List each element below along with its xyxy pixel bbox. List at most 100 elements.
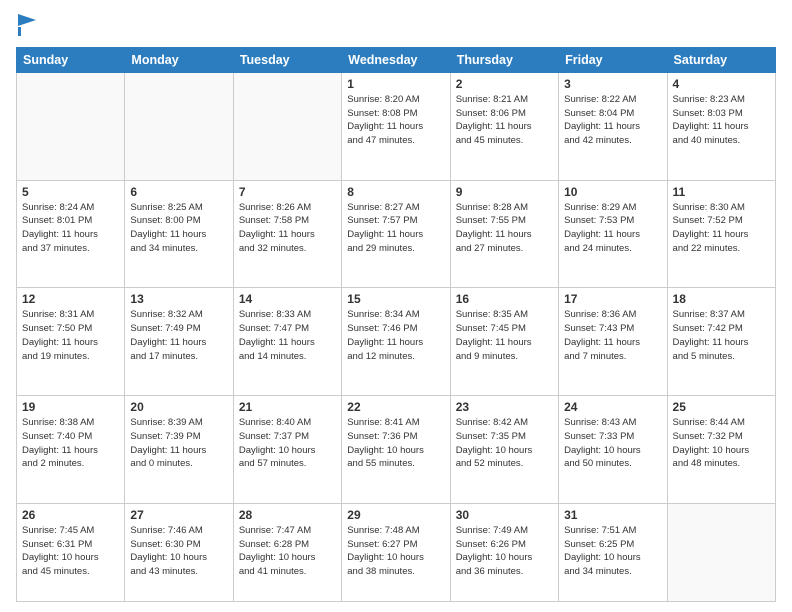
- day-number: 28: [239, 508, 336, 522]
- calendar-cell: 11 Sunrise: 8:30 AMSunset: 7:52 PMDayligh…: [667, 180, 775, 288]
- calendar-cell: 26Sunrise: 7:45 AMSunset: 6:31 PMDayligh…: [17, 503, 125, 601]
- day-number: 10: [564, 185, 661, 199]
- day-number: 1: [347, 77, 444, 91]
- day-number: 19: [22, 400, 119, 414]
- day-number: 15: [347, 292, 444, 306]
- day-info: Sunrise: 8:34 AMSunset: 7:46 PMDaylight:…: [347, 308, 444, 363]
- day-info: Sunrise: 8:32 AMSunset: 7:49 PMDaylight:…: [130, 308, 227, 363]
- day-number: 11: [673, 185, 770, 199]
- weekday-header-friday: Friday: [559, 47, 667, 72]
- day-number: 31: [564, 508, 661, 522]
- week-row-1: 1Sunrise: 8:20 AMSunset: 8:08 PMDaylight…: [17, 72, 776, 180]
- day-number: 13: [130, 292, 227, 306]
- calendar-cell: 16 Sunrise: 8:35 AMSunset: 7:45 PMDayligh…: [450, 288, 558, 396]
- day-info: Sunrise: 8:30 AMSunset: 7:52 PMDaylight:…: [673, 201, 770, 256]
- calendar-cell: 1Sunrise: 8:20 AMSunset: 8:08 PMDaylight…: [342, 72, 450, 180]
- calendar-cell: 6Sunrise: 8:25 AMSunset: 8:00 PMDaylight…: [125, 180, 233, 288]
- calendar-cell: 17Sunrise: 8:36 AMSunset: 7:43 PMDayligh…: [559, 288, 667, 396]
- day-info: Sunrise: 8:42 AMSunset: 7:35 PMDaylight:…: [456, 416, 553, 471]
- week-row-3: 12Sunrise: 8:31 AMSunset: 7:50 PMDayligh…: [17, 288, 776, 396]
- calendar-cell: 19 Sunrise: 8:38 AMSunset: 7:40 PMDayligh…: [17, 396, 125, 504]
- day-info: Sunrise: 8:39 AMSunset: 7:39 PMDaylight:…: [130, 416, 227, 471]
- calendar-cell: [125, 72, 233, 180]
- day-number: 27: [130, 508, 227, 522]
- day-info: Sunrise: 8:25 AMSunset: 8:00 PMDaylight:…: [130, 201, 227, 256]
- day-number: 7: [239, 185, 336, 199]
- calendar-cell: 27 Sunrise: 7:46 AMSunset: 6:30 PMDayligh…: [125, 503, 233, 601]
- day-number: 24: [564, 400, 661, 414]
- day-number: 12: [22, 292, 119, 306]
- day-info: Sunrise: 8:41 AMSunset: 7:36 PMDaylight:…: [347, 416, 444, 471]
- calendar-cell: 12Sunrise: 8:31 AMSunset: 7:50 PMDayligh…: [17, 288, 125, 396]
- day-number: 4: [673, 77, 770, 91]
- weekday-header-saturday: Saturday: [667, 47, 775, 72]
- weekday-header-thursday: Thursday: [450, 47, 558, 72]
- calendar-cell: 22 Sunrise: 8:41 AMSunset: 7:36 PMDayligh…: [342, 396, 450, 504]
- calendar-cell: [667, 503, 775, 601]
- day-number: 20: [130, 400, 227, 414]
- calendar-cell: 23 Sunrise: 8:42 AMSunset: 7:35 PMDayligh…: [450, 396, 558, 504]
- header: [16, 12, 776, 41]
- calendar-cell: 13 Sunrise: 8:32 AMSunset: 7:49 PMDayligh…: [125, 288, 233, 396]
- week-row-5: 26Sunrise: 7:45 AMSunset: 6:31 PMDayligh…: [17, 503, 776, 601]
- calendar-cell: 10 Sunrise: 8:29 AMSunset: 7:53 PMDayligh…: [559, 180, 667, 288]
- day-info: Sunrise: 7:49 AMSunset: 6:26 PMDaylight:…: [456, 524, 553, 579]
- weekday-header-wednesday: Wednesday: [342, 47, 450, 72]
- day-info: Sunrise: 8:29 AMSunset: 7:53 PMDaylight:…: [564, 201, 661, 256]
- calendar-cell: 30 Sunrise: 7:49 AMSunset: 6:26 PMDayligh…: [450, 503, 558, 601]
- day-number: 21: [239, 400, 336, 414]
- day-number: 14: [239, 292, 336, 306]
- calendar-cell: [17, 72, 125, 180]
- calendar-cell: 24 Sunrise: 8:43 AMSunset: 7:33 PMDayligh…: [559, 396, 667, 504]
- day-info: Sunrise: 8:24 AMSunset: 8:01 PMDaylight:…: [22, 201, 119, 256]
- day-number: 23: [456, 400, 553, 414]
- page: SundayMondayTuesdayWednesdayThursdayFrid…: [0, 0, 792, 612]
- logo: [16, 16, 36, 41]
- day-number: 29: [347, 508, 444, 522]
- calendar-cell: 25 Sunrise: 8:44 AMSunset: 7:32 PMDayligh…: [667, 396, 775, 504]
- day-number: 22: [347, 400, 444, 414]
- day-info: Sunrise: 8:35 AMSunset: 7:45 PMDaylight:…: [456, 308, 553, 363]
- calendar-cell: 3Sunrise: 8:22 AMSunset: 8:04 PMDaylight…: [559, 72, 667, 180]
- calendar-cell: 8Sunrise: 8:27 AMSunset: 7:57 PMDaylight…: [342, 180, 450, 288]
- day-info: Sunrise: 8:26 AMSunset: 7:58 PMDaylight:…: [239, 201, 336, 256]
- day-number: 16: [456, 292, 553, 306]
- day-info: Sunrise: 8:43 AMSunset: 7:33 PMDaylight:…: [564, 416, 661, 471]
- day-info: Sunrise: 7:51 AMSunset: 6:25 PMDaylight:…: [564, 524, 661, 579]
- calendar-cell: 2Sunrise: 8:21 AMSunset: 8:06 PMDaylight…: [450, 72, 558, 180]
- calendar-cell: 9 Sunrise: 8:28 AMSunset: 7:55 PMDaylight…: [450, 180, 558, 288]
- day-info: Sunrise: 7:48 AMSunset: 6:27 PMDaylight:…: [347, 524, 444, 579]
- day-info: Sunrise: 7:46 AMSunset: 6:30 PMDaylight:…: [130, 524, 227, 579]
- week-row-2: 5 Sunrise: 8:24 AMSunset: 8:01 PMDaylight…: [17, 180, 776, 288]
- weekday-header-sunday: Sunday: [17, 47, 125, 72]
- calendar-cell: 4 Sunrise: 8:23 AMSunset: 8:03 PMDaylight…: [667, 72, 775, 180]
- day-info: Sunrise: 8:21 AMSunset: 8:06 PMDaylight:…: [456, 93, 553, 148]
- calendar-cell: 31 Sunrise: 7:51 AMSunset: 6:25 PMDayligh…: [559, 503, 667, 601]
- calendar-cell: 15 Sunrise: 8:34 AMSunset: 7:46 PMDayligh…: [342, 288, 450, 396]
- day-info: Sunrise: 8:40 AMSunset: 7:37 PMDaylight:…: [239, 416, 336, 471]
- calendar-cell: 18 Sunrise: 8:37 AMSunset: 7:42 PMDayligh…: [667, 288, 775, 396]
- calendar-cell: [233, 72, 341, 180]
- day-info: Sunrise: 8:38 AMSunset: 7:40 PMDaylight:…: [22, 416, 119, 471]
- day-number: 18: [673, 292, 770, 306]
- day-info: Sunrise: 8:28 AMSunset: 7:55 PMDaylight:…: [456, 201, 553, 256]
- calendar-cell: 7 Sunrise: 8:26 AMSunset: 7:58 PMDaylight…: [233, 180, 341, 288]
- day-number: 5: [22, 185, 119, 199]
- day-info: Sunrise: 8:37 AMSunset: 7:42 PMDaylight:…: [673, 308, 770, 363]
- day-info: Sunrise: 8:23 AMSunset: 8:03 PMDaylight:…: [673, 93, 770, 148]
- day-info: Sunrise: 8:22 AMSunset: 8:04 PMDaylight:…: [564, 93, 661, 148]
- day-number: 26: [22, 508, 119, 522]
- weekday-header-tuesday: Tuesday: [233, 47, 341, 72]
- calendar: SundayMondayTuesdayWednesdayThursdayFrid…: [16, 47, 776, 602]
- day-number: 9: [456, 185, 553, 199]
- day-info: Sunrise: 8:36 AMSunset: 7:43 PMDaylight:…: [564, 308, 661, 363]
- day-info: Sunrise: 8:44 AMSunset: 7:32 PMDaylight:…: [673, 416, 770, 471]
- calendar-cell: 5 Sunrise: 8:24 AMSunset: 8:01 PMDaylight…: [17, 180, 125, 288]
- day-info: Sunrise: 7:47 AMSunset: 6:28 PMDaylight:…: [239, 524, 336, 579]
- calendar-cell: 28 Sunrise: 7:47 AMSunset: 6:28 PMDayligh…: [233, 503, 341, 601]
- day-number: 30: [456, 508, 553, 522]
- day-info: Sunrise: 8:33 AMSunset: 7:47 PMDaylight:…: [239, 308, 336, 363]
- logo-flag-icon: [18, 14, 36, 36]
- day-number: 25: [673, 400, 770, 414]
- day-info: Sunrise: 8:27 AMSunset: 7:57 PMDaylight:…: [347, 201, 444, 256]
